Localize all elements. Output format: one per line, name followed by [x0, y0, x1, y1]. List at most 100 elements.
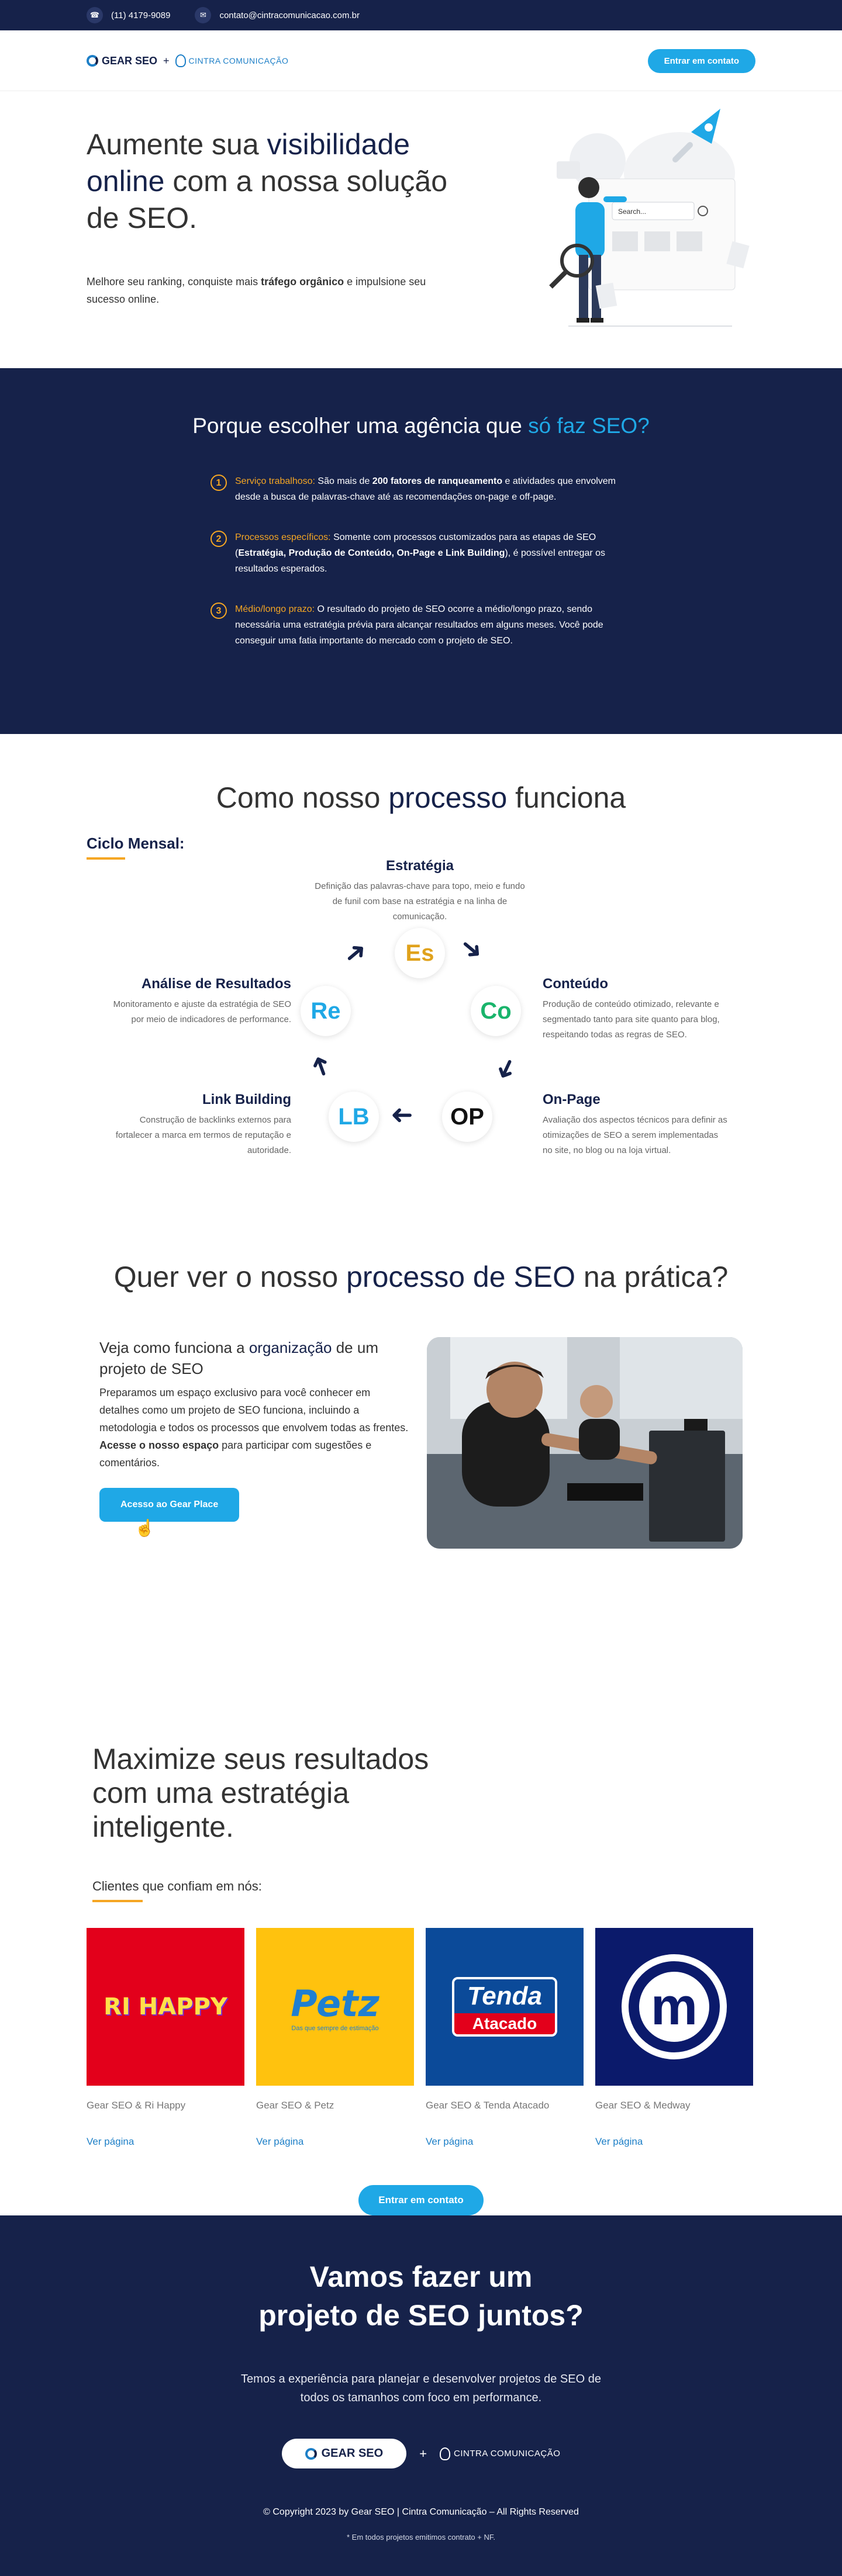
medway-logo[interactable]: m — [595, 1928, 753, 2086]
header-contact-button[interactable]: Entrar em contato — [647, 49, 755, 73]
top-bar: ☎ (11) 4179-9089 ✉ contato@cintracomunic… — [0, 0, 842, 30]
arrow-icon: ➜ — [336, 933, 374, 972]
why-text: Processos específicos: Somente com proce… — [235, 529, 632, 577]
cycle-underline — [87, 857, 125, 860]
footer-plus: + — [419, 2446, 427, 2461]
medway-logo-text: m — [639, 1972, 709, 2042]
lightbulb-icon — [175, 54, 186, 67]
node-conteudo: Co — [471, 986, 521, 1036]
node-estrategia: Es — [395, 928, 445, 978]
hero-sub-part: Melhore seu ranking, conquiste mais — [87, 276, 261, 288]
node-label: OP — [450, 1103, 484, 1130]
footer-gear-logo[interactable]: GEAR SEO — [281, 2439, 407, 2468]
petz-logo[interactable]: Petz Das que sempre de estimação — [256, 1928, 414, 2086]
clients-contact-button[interactable]: Entrar em contato — [358, 2185, 484, 2215]
client-name: Gear SEO & Petz — [256, 2100, 334, 2111]
team-photo — [427, 1337, 743, 1549]
why-text-bold: 200 fatores de ranqueamento — [372, 476, 503, 486]
practice-title-part: na prática? — [575, 1261, 729, 1293]
practice-title: Quer ver o nosso processo de SEO na prát… — [0, 1234, 842, 1296]
footer-title-line: projeto de SEO juntos? — [258, 2299, 584, 2332]
step-name: Análise de Resultados — [141, 976, 291, 992]
why-text: Médio/longo prazo: O resultado do projet… — [235, 601, 632, 649]
site-logo[interactable]: GEAR SEO + CINTRA COMUNICAÇÃO — [87, 54, 288, 67]
node-label: Co — [480, 998, 512, 1024]
footer-text-line: todos os tamanhos com foco em performanc… — [300, 2391, 542, 2404]
process-cycle: Ciclo Mensal: Estratégia Definição das p… — [87, 835, 755, 1232]
footer-text: Temos a experiência para planejar e dese… — [0, 2370, 842, 2407]
clients-subtitle: Clientes que confiam em nós: — [92, 1879, 262, 1893]
footer-note: * Em todos projetos emitimos contrato + … — [347, 2533, 495, 2542]
copyright: © Copyright 2023 by Gear SEO | Cintra Co… — [263, 2507, 579, 2517]
client-name: Gear SEO & Medway — [595, 2100, 691, 2111]
footer-logos: GEAR SEO + CINTRA COMUNICAÇÃO — [0, 2439, 842, 2468]
clients-underline — [92, 1900, 143, 1902]
phone-contact[interactable]: ☎ (11) 4179-9089 — [87, 7, 170, 23]
why-label: Serviço trabalhoso: — [235, 476, 315, 486]
clients-title: Maximize seus resultados com uma estraté… — [92, 1743, 429, 1843]
hero-sub-bold: tráfego orgânico — [261, 276, 344, 288]
process-title-highlight: processo — [388, 781, 508, 814]
arrow-icon: ➜ — [453, 929, 491, 968]
step-name: Estratégia — [385, 858, 454, 874]
step-description: Construção de backlinks externos para fo… — [115, 1115, 291, 1155]
step-name: Link Building — [202, 1092, 291, 1107]
phone-icon: ☎ — [87, 7, 103, 23]
client-card-petz: Petz Das que sempre de estimação Gear SE… — [256, 1928, 414, 2148]
node-link-building: LB — [329, 1092, 379, 1142]
hero-title-part: Aumente sua — [87, 128, 267, 161]
gear-logo-icon — [87, 55, 98, 67]
gear-seo-logo: GEAR SEO — [87, 55, 157, 67]
client-link[interactable]: Ver página — [595, 2136, 753, 2148]
client-card-tenda: Tenda Atacado Gear SEO & Tenda Atacado V… — [426, 1928, 584, 2148]
gear-place-button[interactable]: Acesso ao Gear Place — [99, 1488, 240, 1522]
node-label: LB — [338, 1103, 370, 1130]
client-card-rihappy: RI HAPPY Gear SEO & Ri Happy Ver página — [87, 1928, 244, 2148]
practice-section: Quer ver o nosso processo de SEO na prát… — [0, 1234, 842, 1701]
clients-section: Maximize seus resultados com uma estraté… — [0, 1701, 842, 2215]
why-item-1: 1 Serviço trabalhoso: São mais de 200 fa… — [210, 473, 632, 505]
petz-tagline: Das que sempre de estimação — [291, 2024, 379, 2032]
process-title-part: funciona — [507, 781, 626, 814]
hero-subtitle: Melhore seu ranking, conquiste mais tráf… — [87, 273, 461, 308]
hero-illustration: Search... — [533, 91, 755, 342]
practice-desc-bold: Acesse o nosso espaço — [99, 1439, 219, 1451]
lightbulb-icon — [440, 2447, 451, 2460]
client-link[interactable]: Ver página — [87, 2136, 244, 2148]
step-conteudo: Conteúdo Produção de conteúdo otimizado,… — [543, 976, 730, 1043]
hero-title: Aumente sua visibilidade online com a no… — [87, 126, 472, 237]
tenda-logo[interactable]: Tenda Atacado — [426, 1928, 584, 2086]
arrow-icon: ➜ — [488, 1052, 526, 1086]
step-description: Produção de conteúdo otimizado, relevant… — [543, 999, 720, 1040]
why-text: Serviço trabalhoso: São mais de 200 fato… — [235, 473, 632, 505]
step-description: Monitoramento e ajuste da estratégia de … — [113, 999, 291, 1024]
footer-cintra-logo[interactable]: CINTRA COMUNICAÇÃO — [440, 2447, 560, 2460]
node-resultados: Re — [301, 986, 351, 1036]
client-name: Gear SEO & Ri Happy — [87, 2100, 186, 2111]
client-link[interactable]: Ver página — [426, 2136, 584, 2148]
footer-gear-logo-text: GEAR SEO — [321, 2447, 384, 2460]
client-link[interactable]: Ver página — [256, 2136, 414, 2148]
email-contact[interactable]: ✉ contato@cintracomunicacao.com.br — [195, 7, 360, 23]
arrow-icon: ➜ — [302, 1050, 339, 1083]
why-item-2: 2 Processos específicos: Somente com pro… — [210, 529, 632, 577]
petz-logo-text: Petz — [291, 1982, 379, 2025]
rihappy-logo[interactable]: RI HAPPY — [87, 1928, 244, 2086]
node-label: Re — [310, 998, 341, 1024]
why-label: Processos específicos: — [235, 532, 331, 542]
client-name: Gear SEO & Tenda Atacado — [426, 2100, 550, 2111]
practice-sub-part: Veja como funciona a — [99, 1339, 249, 1356]
why-item-3: 3 Médio/longo prazo: O resultado do proj… — [210, 601, 632, 649]
practice-text: Veja como funciona a organização de um p… — [99, 1337, 409, 1549]
step-description: Definição das palavras-chave para topo, … — [315, 881, 525, 922]
cintra-logo: CINTRA COMUNICAÇÃO — [175, 54, 289, 67]
client-cards: RI HAPPY Gear SEO & Ri Happy Ver página … — [87, 1928, 755, 2148]
client-card-medway: m Gear SEO & Medway Ver página — [595, 1928, 753, 2148]
email-address: contato@cintracomunicacao.com.br — [219, 10, 360, 20]
node-on-page: OP — [442, 1092, 492, 1142]
why-label: Médio/longo prazo: — [235, 604, 315, 614]
practice-title-part: Quer ver o nosso — [113, 1261, 347, 1293]
node-label: Es — [405, 940, 434, 966]
why-title-highlight: só faz SEO? — [528, 414, 650, 438]
step-name: Conteúdo — [543, 976, 608, 992]
